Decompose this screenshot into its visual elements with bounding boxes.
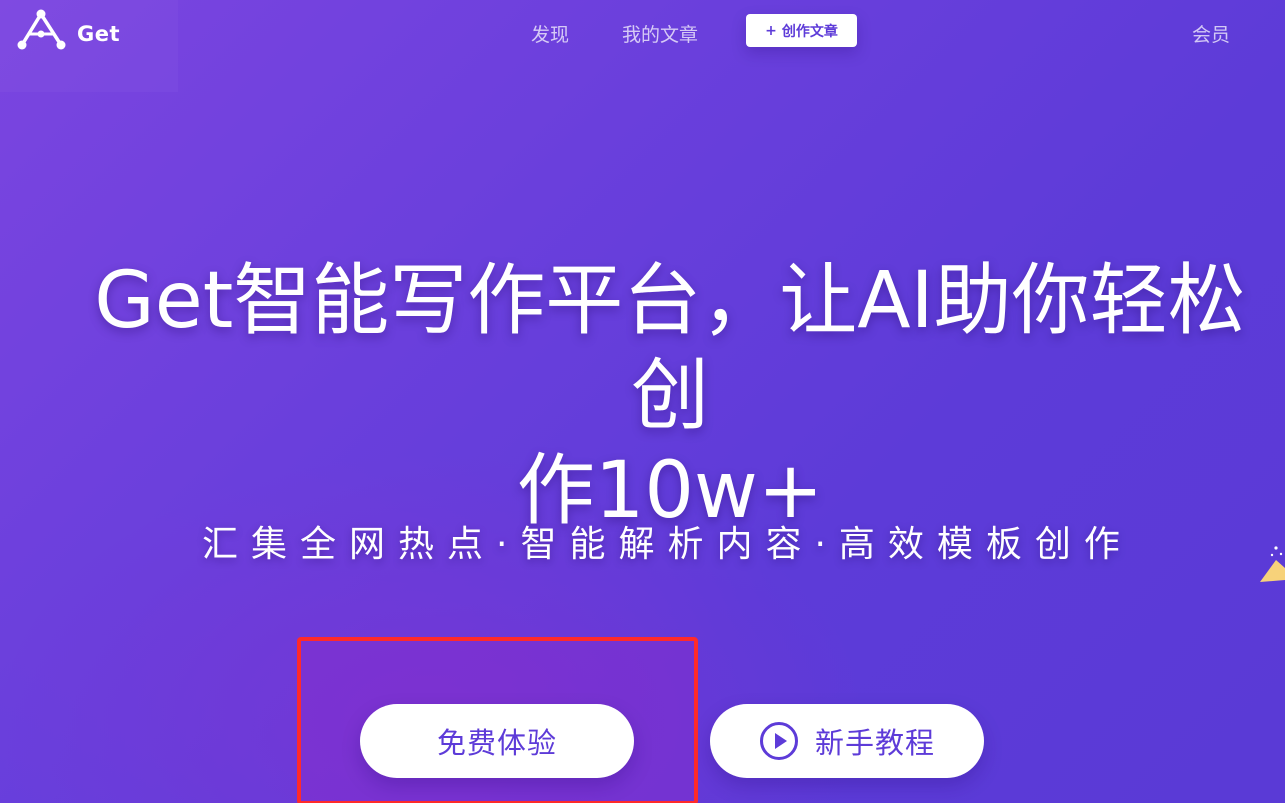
hero-subtitle: 汇集全网热点·智能解析内容·高效模板创作 [202,524,1133,565]
plus-icon: + [765,22,777,39]
free-trial-button[interactable]: 免费体验 [360,704,634,778]
star-decoration-icon [1260,546,1285,582]
nav-member[interactable]: 会员 [1192,20,1230,47]
logo-text: Get [77,22,121,46]
nav-discover[interactable]: 发现 [531,20,569,47]
hero-title: Get智能写作平台，让AI助你轻松创 作10w+ [70,254,1270,539]
logo[interactable]: Get [0,0,178,92]
hero-title-line-1: Get智能写作平台，让AI助你轻松创 [94,256,1246,441]
tutorial-label: 新手教程 [814,726,935,760]
free-trial-label: 免费体验 [436,726,557,760]
play-circle-icon [759,722,798,760]
create-article-button[interactable]: + 创作文章 [746,14,857,47]
nav-my-articles[interactable]: 我的文章 [622,20,698,47]
tutorial-button[interactable]: 新手教程 [710,704,984,778]
create-article-label: 创作文章 [781,23,838,40]
logo-triangle-nodes-icon [17,9,66,50]
